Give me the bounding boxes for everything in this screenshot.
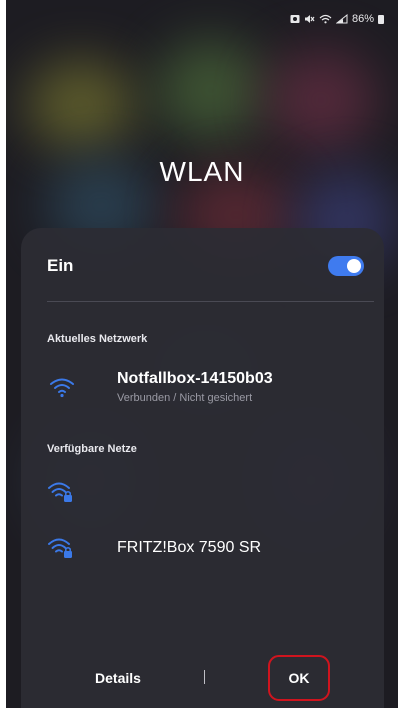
page-title: WLAN	[159, 156, 245, 187]
button-separator	[204, 670, 205, 684]
details-button[interactable]: Details	[83, 660, 153, 696]
wifi-locked-icon	[48, 538, 72, 558]
current-network-name: Notfallbox-14150b03	[117, 370, 273, 387]
wifi-toggle-label: Ein	[47, 256, 74, 275]
current-network-item[interactable]: Notfallbox-14150b03 Verbunden / Nicht ge…	[47, 370, 364, 404]
wifi-locked-icon	[48, 482, 72, 502]
toggle-knob	[347, 259, 361, 273]
status-bar: 86%	[290, 10, 384, 28]
available-networks-heading: Verfügbare Netze	[47, 443, 137, 455]
wifi-toggle-switch[interactable]	[328, 256, 364, 276]
divider	[47, 301, 374, 302]
mute-icon	[304, 15, 315, 23]
panel-footer: Details OK	[21, 652, 384, 702]
current-network-heading: Aktuelles Netzwerk	[47, 333, 148, 345]
available-network-item[interactable]	[47, 480, 364, 504]
available-network-name: FRITZ!Box 7590 SR	[117, 539, 262, 556]
wifi-toggle-row[interactable]: Ein	[21, 246, 384, 286]
ok-button[interactable]: OK	[268, 655, 330, 701]
wifi-quick-panel: Ein Aktuelles Netzwerk Notfallbox-14150b…	[21, 228, 384, 708]
phone-screen: 86% WLAN Ein Aktuelles Netzwerk Notfallb…	[6, 0, 398, 708]
battery-percentage: 86%	[351, 13, 374, 25]
signal-icon	[335, 14, 348, 24]
battery-icon	[378, 14, 384, 24]
current-network-status: Verbunden / Nicht gesichert	[117, 392, 253, 404]
gallery-icon	[290, 15, 300, 23]
wifi-icon	[50, 378, 74, 398]
available-network-item[interactable]: FRITZ!Box 7590 SR	[47, 536, 364, 560]
wifi-call-icon	[319, 14, 332, 24]
